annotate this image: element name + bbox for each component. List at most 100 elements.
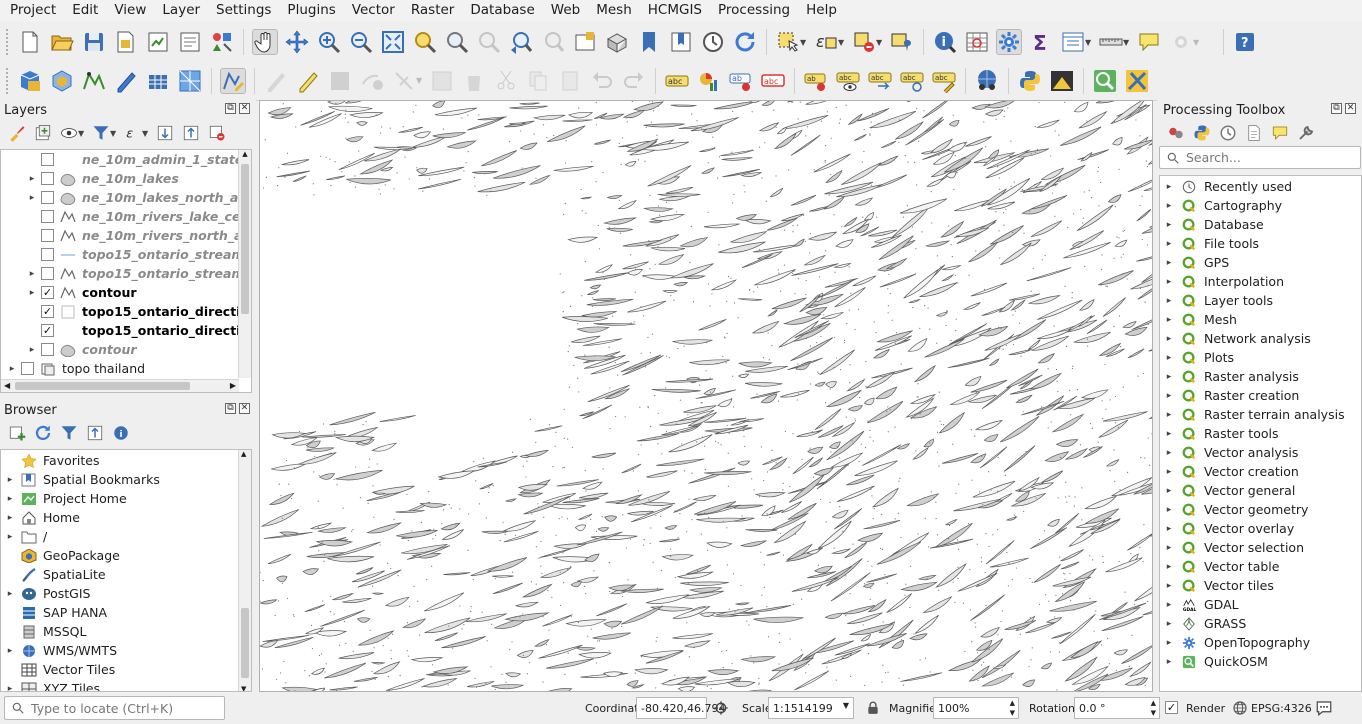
toolbox-item-gdal[interactable]: ▸ GDAL GDAL (1160, 595, 1361, 614)
style-panel-icon[interactable] (7, 123, 27, 143)
zoom-full-icon[interactable] (380, 29, 406, 55)
locator-field[interactable]: Type to locate (Ctrl+K) (4, 696, 225, 720)
expand-arrow-icon[interactable]: ▸ (1164, 638, 1174, 648)
properties-icon[interactable]: i (111, 423, 131, 443)
expand-arrow-icon[interactable]: ▸ (1164, 372, 1174, 382)
menu-raster[interactable]: Raster (403, 0, 463, 22)
coordinate-field[interactable]: -80.420,46.794 (636, 697, 725, 719)
menu-hcmgis[interactable]: HCMGIS (640, 0, 710, 22)
menu-edit[interactable]: Edit (64, 0, 106, 22)
toolbox-item-vector-overlay[interactable]: ▸ Vector overlay (1160, 519, 1361, 538)
add-group-icon[interactable] (33, 123, 53, 143)
layer-row[interactable]: ▸ ne_10m_lakes_north_ameri (1, 188, 251, 207)
map-tips-icon[interactable] (1136, 29, 1162, 55)
expand-arrow-icon[interactable]: ▸ (1164, 619, 1174, 629)
expand-arrow-icon[interactable]: ▸ (1164, 391, 1174, 401)
expand-arrow-icon[interactable]: ▸ (1164, 296, 1174, 306)
move-label-icon[interactable]: ab (803, 68, 829, 94)
layer-visibility-checkbox[interactable]: ✓ (41, 286, 54, 299)
close-panel-button[interactable]: ✕ (239, 403, 250, 414)
layer-row[interactable]: topo15_ontario_stream_ord (1, 245, 251, 264)
close-panel-button[interactable]: ✕ (239, 103, 250, 114)
layers-hscroll[interactable]: ◀ ▶ (1, 379, 239, 392)
toolbox-item-raster-tools[interactable]: ▸ Raster tools (1160, 424, 1361, 443)
filter-browser-icon[interactable] (59, 423, 79, 443)
menu-database[interactable]: Database (462, 0, 542, 22)
plugin-tool-icon[interactable] (1049, 68, 1075, 94)
quickosm-icon[interactable] (1092, 68, 1118, 94)
crs-globe-icon[interactable] (1232, 700, 1248, 716)
menu-mesh[interactable]: Mesh (588, 0, 640, 22)
save-layer-edits-icon[interactable] (327, 68, 353, 94)
expand-arrow-icon[interactable]: ▸ (1164, 448, 1174, 458)
digitize-icon[interactable] (220, 67, 246, 94)
toolbox-item-database[interactable]: ▸ Database (1160, 215, 1361, 234)
menu-layer[interactable]: Layer (154, 0, 208, 22)
rotation-spinbox[interactable]: 0.0 ° ▲ ▼ (1074, 697, 1160, 719)
copy-features-icon[interactable] (525, 68, 551, 94)
expand-arrow-icon[interactable]: ▸ (1164, 182, 1174, 192)
open-project-icon[interactable] (49, 29, 75, 55)
spin-arrows-icon[interactable]: ▲ ▼ (1151, 698, 1156, 718)
toolbox-item-network-analysis[interactable]: ▸ Network analysis (1160, 329, 1361, 348)
layer-visibility-checkbox[interactable] (41, 172, 54, 185)
float-panel-button[interactable]: ⧉ (1331, 103, 1342, 114)
current-edits-icon[interactable] (263, 68, 289, 94)
new-3d-map-icon[interactable] (604, 29, 630, 55)
layer-row[interactable]: ▸ contour (1, 340, 251, 359)
expand-arrow-icon[interactable]: ▸ (5, 494, 15, 504)
layer-visibility-checkbox[interactable] (41, 343, 54, 356)
menu-vector[interactable]: Vector (344, 0, 403, 22)
render-checkbox[interactable]: ✓ (1165, 701, 1178, 714)
scale-combobox[interactable]: 1:1514199 ▼ (768, 697, 854, 719)
toolbox-item-vector-selection[interactable]: ▸ Vector selection (1160, 538, 1361, 557)
menu-web[interactable]: Web (543, 0, 588, 22)
expand-arrow-icon[interactable]: ▸ (5, 513, 15, 523)
toolbar-grip[interactable] (6, 29, 10, 55)
layer-visibility-checkbox[interactable] (41, 153, 54, 166)
style-manager-icon[interactable] (209, 29, 235, 55)
browser-item-project-home[interactable]: ▸ Project Home (1, 489, 251, 508)
data-source-manager-icon[interactable] (17, 68, 43, 94)
toolbox-item-quickosm[interactable]: ▸ QuickOSM (1160, 652, 1361, 671)
float-panel-button[interactable]: ⧉ (225, 103, 236, 114)
rotate-label-icon[interactable]: abc (867, 68, 893, 94)
add-layer-icon[interactable] (7, 423, 27, 443)
new-print-layout-icon[interactable] (145, 29, 171, 55)
expand-arrow-icon[interactable]: ▸ (1164, 410, 1174, 420)
measure-line-icon[interactable] (1098, 29, 1124, 55)
browser-item-geopackage[interactable]: GeoPackage (1, 546, 251, 565)
zoom-last-icon[interactable] (508, 29, 534, 55)
layer-visibility-checkbox[interactable] (41, 229, 54, 242)
toggle-extents-icon[interactable] (713, 700, 729, 716)
close-panel-button[interactable]: ✕ (1345, 103, 1356, 114)
expand-arrow-icon[interactable]: ▸ (1164, 524, 1174, 534)
browser-item-spatial-bookmarks[interactable]: ▸ Spatial Bookmarks (1, 470, 251, 489)
toolbox-item-plots[interactable]: ▸ Plots (1160, 348, 1361, 367)
layers-vscroll[interactable]: ▲ (238, 150, 251, 378)
expand-arrow-icon[interactable]: ▸ (1164, 486, 1174, 496)
pan-to-selection-icon[interactable] (284, 29, 310, 55)
new-project-icon[interactable] (17, 29, 43, 55)
toolbox-item-gps[interactable]: ▸ GPS (1160, 253, 1361, 272)
toolbox-item-file-tools[interactable]: ▸ File tools (1160, 234, 1361, 253)
menu-view[interactable]: View (106, 0, 154, 22)
layer-row[interactable]: ✓ topo15_ontario_direction_ (1, 302, 251, 321)
cut-features-icon[interactable] (493, 68, 519, 94)
menu-project[interactable]: Project (2, 0, 64, 22)
expand-arrow-icon[interactable]: ▸ (27, 345, 37, 355)
refresh-icon[interactable] (732, 29, 758, 55)
undo-icon[interactable] (589, 68, 615, 94)
toolbox-item-mesh[interactable]: ▸ Mesh (1160, 310, 1361, 329)
layer-row[interactable]: ne_10m_rivers_lake_centeri (1, 207, 251, 226)
browser-item-postgis[interactable]: ▸ PostGIS (1, 584, 251, 603)
pin-labels-icon[interactable]: ab (728, 68, 754, 94)
manage-map-themes-icon[interactable] (59, 123, 79, 143)
processing-options-icon[interactable] (1296, 123, 1316, 143)
new-mesh-layer-icon[interactable] (177, 68, 203, 94)
select-features-icon[interactable] (775, 29, 801, 55)
zoom-out-icon[interactable] (348, 29, 374, 55)
zoom-to-layer-icon[interactable] (444, 29, 470, 55)
browser-item-root[interactable]: ▸ / (1, 527, 251, 546)
show-hide-labels-icon[interactable]: abc (835, 68, 861, 94)
